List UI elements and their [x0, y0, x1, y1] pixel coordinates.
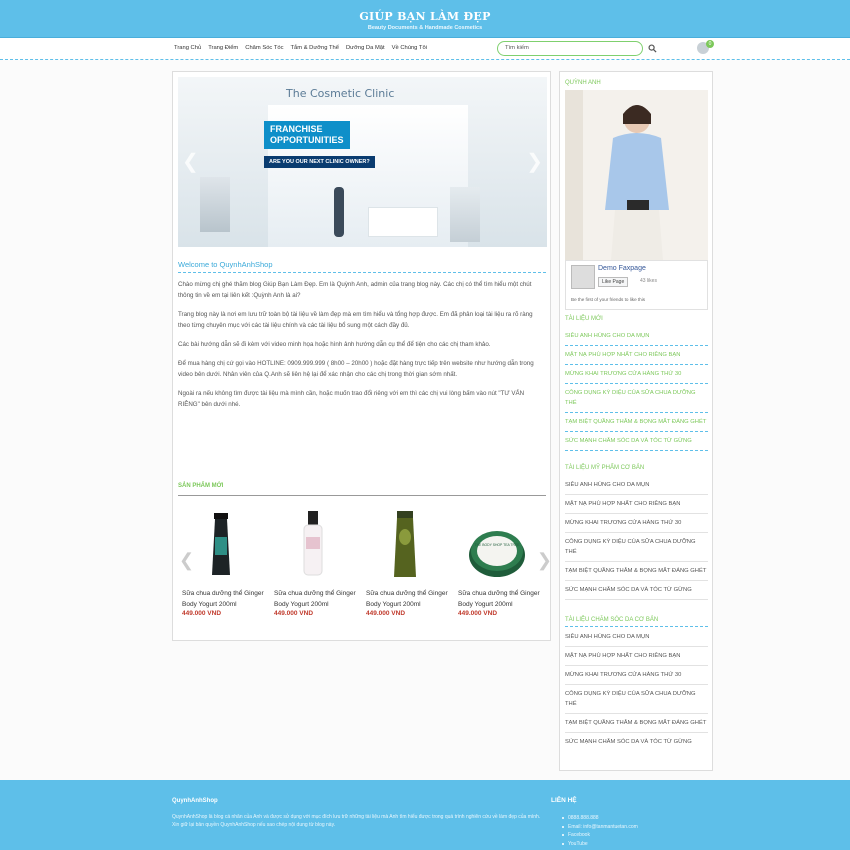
facebook-footer-text: Be the first of your friends to like thi… [571, 297, 646, 302]
doc-link[interactable]: MẶT NẠ PHÙ HỢP NHẤT CHO RIÊNG BẠN [565, 647, 708, 666]
doc-link[interactable]: SIÊU ANH HÙNG CHO DA MỤN [565, 476, 708, 495]
slide-poster [200, 177, 230, 232]
doc-link[interactable]: SỨC MẠNH CHĂM SÓC DA VÀ TÓC TỪ GỪNG [565, 432, 708, 451]
slide-store-sign: The Cosmetic Clinic [286, 87, 395, 100]
profile-title: QUỲNH ANH [565, 80, 601, 86]
doc-link[interactable]: MỪNG KHAI TRƯƠNG CỬA HÀNG THỨ 30 [565, 514, 708, 533]
product-card[interactable]: Sữa chua dưỡng thể Ginger Body Yogurt 20… [270, 507, 356, 617]
product-name[interactable]: Sữa chua dưỡng thể Ginger Body Yogurt 20… [178, 588, 264, 610]
product-name[interactable]: Sữa chua dưỡng thể Ginger Body Yogurt 20… [454, 588, 540, 610]
footer-about-title: QuynhAnhShop [172, 798, 218, 804]
doc-link[interactable]: SỨC MẠNH CHĂM SÓC DA VÀ TÓC TỪ GỪNG [565, 581, 708, 600]
facebook-page-name[interactable]: Demo Faxpage [598, 265, 646, 272]
footer-contact-title: LIÊN HỆ [551, 797, 577, 804]
products-next-arrow[interactable]: ❯ [537, 550, 552, 571]
nav-item-bodycare[interactable]: Tắm & Dưỡng Thể [291, 45, 340, 51]
sidebar: QUỲNH ANH Demo Faxpage Like Page 43 like… [559, 71, 713, 771]
footer-contact-list: 0888.888.888 Email: info@tanmantuetan.co… [562, 814, 638, 849]
doc-link[interactable]: CÔNG DỤNG KỲ DIỆU CỦA SỮA CHUA DƯỠNG THỂ [565, 384, 708, 413]
welcome-paragraph: Các bài hướng dẫn sẽ đi kèm với video mi… [178, 341, 491, 348]
new-docs-list: SIÊU ANH HÙNG CHO DA MỤN MẶT NẠ PHÙ HỢP … [565, 327, 708, 451]
doc-link[interactable]: TẠM BIỆT QUẦNG THÂM & BỌNG MẮT ĐÁNG GHÉT [565, 413, 708, 432]
welcome-title: Welcome to QuynhAnhShop [178, 260, 546, 273]
welcome-paragraph: Trang blog này là nơi em lưu trữ toàn bộ… [178, 311, 533, 329]
product-name[interactable]: Sữa chua dưỡng thể Ginger Body Yogurt 20… [270, 588, 356, 610]
search-icon[interactable] [648, 44, 657, 53]
doc-link[interactable]: SIÊU ANH HÙNG CHO DA MỤN [565, 628, 708, 647]
site-header: GIÚP BẠN LÀM ĐẸP Beauty Documents & Hand… [0, 0, 850, 38]
welcome-paragraph: Chào mừng chị ghé thăm blog Giúp Bạn Làm… [178, 281, 532, 299]
doc-link[interactable]: SỨC MẠNH CHĂM SÓC DA VÀ TÓC TỪ GỪNG [565, 733, 708, 751]
doc-link[interactable]: TẠM BIỆT QUẦNG THÂM & BỌNG MẮT ĐÁNG GHÉT [565, 562, 708, 581]
new-docs-title: TÀI LIỆU MỚI [565, 316, 603, 322]
product-price: 449.000 VND [458, 610, 498, 617]
nav-item-about[interactable]: Về Chúng Tôi [392, 45, 427, 51]
facebook-page-widget: Demo Faxpage Like Page 43 likes Be the f… [565, 260, 708, 310]
slider-next-arrow[interactable]: ❯ [526, 149, 543, 174]
product-card[interactable]: Sữa chua dưỡng thể Ginger Body Yogurt 20… [362, 507, 448, 617]
product-image[interactable] [362, 507, 448, 587]
site-title[interactable]: GIÚP BẠN LÀM ĐẸP [0, 10, 850, 23]
nav-item-haircare[interactable]: Chăm Sóc Tóc [245, 45, 283, 51]
slider-prev-arrow[interactable]: ❮ [182, 149, 199, 174]
doc-link[interactable]: MỪNG KHAI TRƯƠNG CỬA HÀNG THỨ 30 [565, 666, 708, 685]
nav-item-makeup[interactable]: Trang Điểm [208, 45, 238, 51]
cosmetics-docs-list: SIÊU ANH HÙNG CHO DA MỤN MẶT NẠ PHÙ HỢP … [565, 476, 708, 600]
new-products-carousel: Sữa chua dưỡng thể Ginger Body Yogurt 20… [178, 507, 552, 637]
product-price: 449.000 VND [182, 610, 222, 617]
slide-person [334, 187, 344, 237]
doc-link[interactable]: SIÊU ANH HÙNG CHO DA MỤN [565, 327, 708, 346]
products-prev-arrow[interactable]: ❮ [179, 550, 194, 571]
doc-link[interactable]: CÔNG DỤNG KỲ DIỆU CỦA SỮA CHUA DƯỠNG THỂ [565, 685, 708, 714]
search-input[interactable]: Tìm kiếm [497, 41, 643, 56]
doc-link[interactable]: MỪNG KHAI TRƯƠNG CỬA HÀNG THỨ 30 [565, 365, 708, 384]
footer-about-text: QuynhAnhShop là blog cá nhân của Anh và … [172, 814, 541, 828]
doc-link[interactable]: TẠM BIỆT QUẦNG THÂM & BỌNG MẮT ĐÁNG GHÉT [565, 714, 708, 733]
product-name[interactable]: Sữa chua dưỡng thể Ginger Body Yogurt 20… [362, 588, 448, 610]
product-card[interactable]: THE BODY SHOP TEA TREE Sữa chua dưỡng th… [454, 507, 540, 617]
hero-slider[interactable]: The Cosmetic Clinic FRANCHISE OPPORTUNITI… [178, 77, 547, 247]
skincare-docs-title: TÀI LIỆU CHĂM SÓC DA CƠ BẢN [565, 617, 708, 627]
footer-contact-facebook[interactable]: Facebook [562, 831, 638, 840]
main-content: The Cosmetic Clinic FRANCHISE OPPORTUNITI… [172, 71, 552, 641]
cosmetics-docs-title: TÀI LIỆU MỸ PHẨM CƠ BẢN [565, 465, 645, 471]
site-subtitle: Beauty Documents & Handmade Cosmetics [367, 25, 483, 31]
profile-photo [565, 90, 708, 260]
site-footer: QuynhAnhShop QuynhAnhShop là blog cá nhâ… [0, 780, 850, 850]
slide-reception-desk [368, 207, 438, 237]
footer-contact-phone: 0888.888.888 [562, 814, 638, 823]
slide-banner-subtitle: ARE YOU OUR NEXT CLINIC OWNER? [264, 156, 375, 168]
doc-link[interactable]: MẶT NẠ PHÙ HỢP NHẤT CHO RIÊNG BẠN [565, 346, 708, 365]
product-price: 449.000 VND [366, 610, 406, 617]
product-image[interactable] [178, 507, 264, 587]
slide-poster [450, 187, 480, 242]
facebook-likes-count: 43 likes [640, 278, 657, 284]
footer-contact-youtube[interactable]: YouTube [562, 840, 638, 849]
new-products-title: SẢN PHẨM MỚI [178, 483, 546, 496]
nav-item-facecare[interactable]: Dưỡng Da Mặt [346, 45, 385, 51]
product-price: 449.000 VND [274, 610, 314, 617]
tub-label: THE BODY SHOP TEA TREE [475, 543, 521, 547]
footer-contact-email[interactable]: Email: info@tanmantuetan.com [562, 823, 638, 832]
nav-item-home[interactable]: Trang Chủ [174, 45, 201, 51]
doc-link[interactable]: MẶT NẠ PHÙ HỢP NHẤT CHO RIÊNG BẠN [565, 495, 708, 514]
slide-banner-title: FRANCHISE OPPORTUNITIES [264, 121, 350, 149]
skincare-docs-list: SIÊU ANH HÙNG CHO DA MỤN MẶT NẠ PHÙ HỢP … [565, 628, 708, 751]
doc-link[interactable]: CÔNG DỤNG KỲ DIỆU CỦA SỮA CHUA DƯỠNG THỂ [565, 533, 708, 562]
facebook-avatar [571, 265, 595, 289]
product-image[interactable] [270, 507, 356, 587]
main-menu: Trang Chủ Trang Điểm Chăm Sóc Tóc Tắm & … [174, 45, 427, 51]
product-image[interactable]: THE BODY SHOP TEA TREE [454, 507, 540, 587]
welcome-text: Chào mừng chị ghé thăm blog Giúp Bạn Làm… [178, 279, 543, 418]
navbar: Trang Chủ Trang Điểm Chăm Sóc Tóc Tắm & … [0, 38, 850, 60]
cart-count-badge: 0 [706, 40, 714, 48]
welcome-paragraph: Ngoài ra nếu không tìm được tài liệu mà … [178, 390, 525, 408]
welcome-paragraph: Để mua hàng chị cứ gọi vào HOTLINE: 0909… [178, 360, 534, 378]
facebook-like-button[interactable]: Like Page [598, 277, 629, 287]
